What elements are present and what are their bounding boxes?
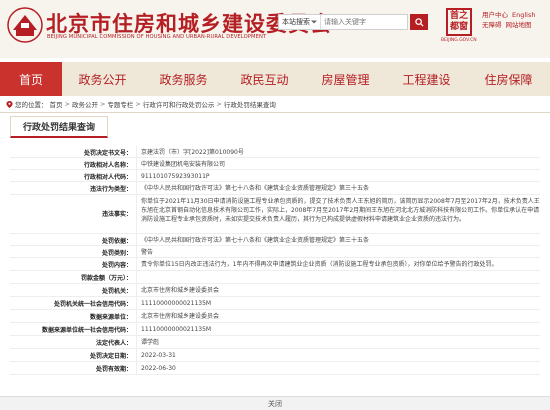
detail-value xyxy=(136,271,540,283)
detail-label: 处罚机关： xyxy=(101,288,132,295)
search-input[interactable] xyxy=(321,16,391,28)
detail-value: 你单位于2021年11月30日申请消防设施工程专业承包资质的，提交了技术负责人王… xyxy=(136,195,540,233)
detail-label: 处罚依据： xyxy=(101,238,132,245)
location-icon xyxy=(6,100,13,108)
nav-item-government-services[interactable]: 政务服务 xyxy=(143,62,224,96)
main-nav: 首页 政务公开 政务服务 政民互动 房屋管理 工程建设 住房保障 xyxy=(0,62,550,96)
breadcrumb-separator: > xyxy=(135,100,141,108)
breadcrumb-separator: > xyxy=(99,100,106,108)
detail-value: 11110000000021135M xyxy=(136,323,540,335)
detail-value: 2022-06-30 xyxy=(136,362,540,374)
nav-item-government-affairs[interactable]: 政务公开 xyxy=(62,62,143,96)
site-subtitle: BEIJING MUNICIPAL COMMISSION OF HOUSING … xyxy=(47,34,267,40)
breadcrumb-item-license-penalty[interactable]: 行政许可和行政处罚公示 xyxy=(143,99,215,109)
detail-label: 处罚类别： xyxy=(101,250,132,257)
detail-label: 处罚内容： xyxy=(101,262,132,269)
english-link[interactable]: English xyxy=(512,10,535,20)
user-center-link[interactable]: 用户中心 xyxy=(482,10,508,20)
detail-label: 罚款金额（万元）： xyxy=(80,275,132,282)
detail-label: 违法行为类型： xyxy=(89,186,132,193)
search-button[interactable] xyxy=(410,14,428,30)
close-button[interactable]: 关闭 xyxy=(0,396,550,410)
detail-row-validity-date: 处罚有效期： 2022-06-30 xyxy=(10,362,540,375)
detail-row-source-credit-code: 数据来源单位统一社会信用代码： 11110000000021135M xyxy=(10,323,540,336)
breadcrumb-separator: > xyxy=(216,100,222,108)
nav-item-housing-security[interactable]: 住房保障 xyxy=(467,62,550,96)
breadcrumb: 您的位置： 首页 > 政务公开 > 专题专栏 > 行政许可和行政处罚公示 > 行… xyxy=(6,99,276,109)
detail-row-party-code: 行政相对人代码： 91110107592393011P xyxy=(10,170,540,182)
detail-label: 数据来源单位统一社会信用代码： xyxy=(41,327,132,334)
stamp-text: 首之都窗 xyxy=(449,11,468,32)
detail-value: 中铁建设集团机电安装有限公司 xyxy=(136,158,540,169)
detail-row-decision-date: 处罚决定日期： 2022-03-31 xyxy=(10,349,540,362)
commission-logo-icon xyxy=(7,7,43,43)
nav-item-home[interactable]: 首页 xyxy=(0,62,62,96)
search-icon xyxy=(414,17,424,27)
tab-penalty-query[interactable]: 行政处罚结果查询 xyxy=(10,116,108,138)
detail-row-penalty-authority: 处罚机关： 北京市住房和城乡建设委员会 xyxy=(10,284,540,297)
detail-value: 责令你单位15日内改正违法行为，1年内不得再次申请建筑业企业资质（消防设施工程专… xyxy=(136,258,540,270)
search-box: 本站搜索 xyxy=(278,14,408,30)
detail-row-decision-number: 处罚决定书文号： 京建法罚（市）字[2022]第010090号 xyxy=(10,146,540,158)
breadcrumb-prefix: 您的位置： xyxy=(15,101,48,109)
detail-label: 处罚决定书文号： xyxy=(83,150,132,157)
detail-value: 《中华人民共和国行政许可法》第七十八条和《建筑业企业资质管理规定》第三十五条 xyxy=(136,182,540,194)
detail-row-data-source: 数据来源单位： 北京市住房和城乡建设委员会 xyxy=(10,310,540,323)
penalty-detail-table: 处罚决定书文号： 京建法罚（市）字[2022]第010090号 行政相对人名称：… xyxy=(10,146,540,375)
detail-label: 数据来源单位： xyxy=(89,314,132,321)
detail-value: 2022-03-31 xyxy=(136,349,540,361)
detail-label: 处罚机关统一社会信用代码： xyxy=(53,301,132,308)
detail-value: 警告 xyxy=(136,246,540,257)
stamp-caption: BEIJING.GOV.CN xyxy=(441,38,477,43)
detail-value: 11110000000021135M xyxy=(136,297,540,309)
nav-item-construction[interactable]: 工程建设 xyxy=(386,62,467,96)
breadcrumb-item-special-topics[interactable]: 专题专栏 xyxy=(107,99,133,109)
detail-row-penalty-category: 处罚类别： 警告 xyxy=(10,246,540,258)
detail-row-penalty-content: 处罚内容： 责令你单位15日内改正违法行为，1年内不得再次申请建筑业企业资质（消… xyxy=(10,258,540,271)
detail-label: 违法事实： xyxy=(101,211,132,218)
accessibility-link[interactable]: 无障碍 xyxy=(482,20,502,30)
detail-row-authority-credit-code: 处罚机关统一社会信用代码： 11110000000021135M xyxy=(10,297,540,310)
detail-row-party-name: 行政相对人名称： 中铁建设集团机电安装有限公司 xyxy=(10,158,540,170)
detail-label: 处罚有效期： xyxy=(95,366,132,373)
capital-window-stamp[interactable]: 首之都窗 xyxy=(446,8,472,36)
user-links: 用户中心 English 无障碍 网站地图 xyxy=(482,10,535,30)
search-scope-label: 本站搜索 xyxy=(282,18,310,26)
detail-value: 北京市住房和城乡建设委员会 xyxy=(136,284,540,296)
breadcrumb-separator: > xyxy=(64,100,70,108)
nav-item-housing-management[interactable]: 房屋管理 xyxy=(305,62,386,96)
detail-row-fine-amount: 罚款金额（万元）： xyxy=(10,271,540,284)
detail-label: 处罚决定日期： xyxy=(89,353,132,360)
detail-row-violation-type: 违法行为类型： 《中华人民共和国行政许可法》第七十八条和《建筑业企业资质管理规定… xyxy=(10,182,540,195)
nav-item-public-interaction[interactable]: 政民互动 xyxy=(224,62,305,96)
breadcrumb-item-home[interactable]: 首页 xyxy=(50,99,63,109)
chevron-down-icon xyxy=(311,20,317,24)
detail-row-violation-facts: 违法事实： 你单位于2021年11月30日申请消防设施工程专业承包资质的，提交了… xyxy=(10,195,540,234)
sitemap-link[interactable]: 网站地图 xyxy=(506,20,532,30)
detail-value: 谭学彪 xyxy=(136,336,540,348)
detail-value: 《中华人民共和国行政许可法》第七十八条和《建筑业企业资质管理规定》第三十五条 xyxy=(136,234,540,245)
detail-value: 北京市住房和城乡建设委员会 xyxy=(136,310,540,322)
detail-label: 行政相对人名称： xyxy=(83,162,132,169)
detail-row-penalty-basis: 处罚依据： 《中华人民共和国行政许可法》第七十八条和《建筑业企业资质管理规定》第… xyxy=(10,234,540,246)
breadcrumb-item-penalty-query[interactable]: 行政处罚结果查询 xyxy=(224,99,276,109)
detail-label: 行政相对人代码： xyxy=(83,174,132,181)
breadcrumb-item-government-affairs[interactable]: 政务公开 xyxy=(72,99,98,109)
detail-value: 91110107592393011P xyxy=(136,170,540,181)
detail-label: 法定代表人： xyxy=(95,340,132,347)
site-header: 北京市住房和城乡建设委员会 BEIJING MUNICIPAL COMMISSI… xyxy=(0,0,550,58)
detail-value: 京建法罚（市）字[2022]第010090号 xyxy=(136,146,540,157)
search-scope-select[interactable]: 本站搜索 xyxy=(279,15,321,29)
detail-row-legal-representative: 法定代表人： 谭学彪 xyxy=(10,336,540,349)
